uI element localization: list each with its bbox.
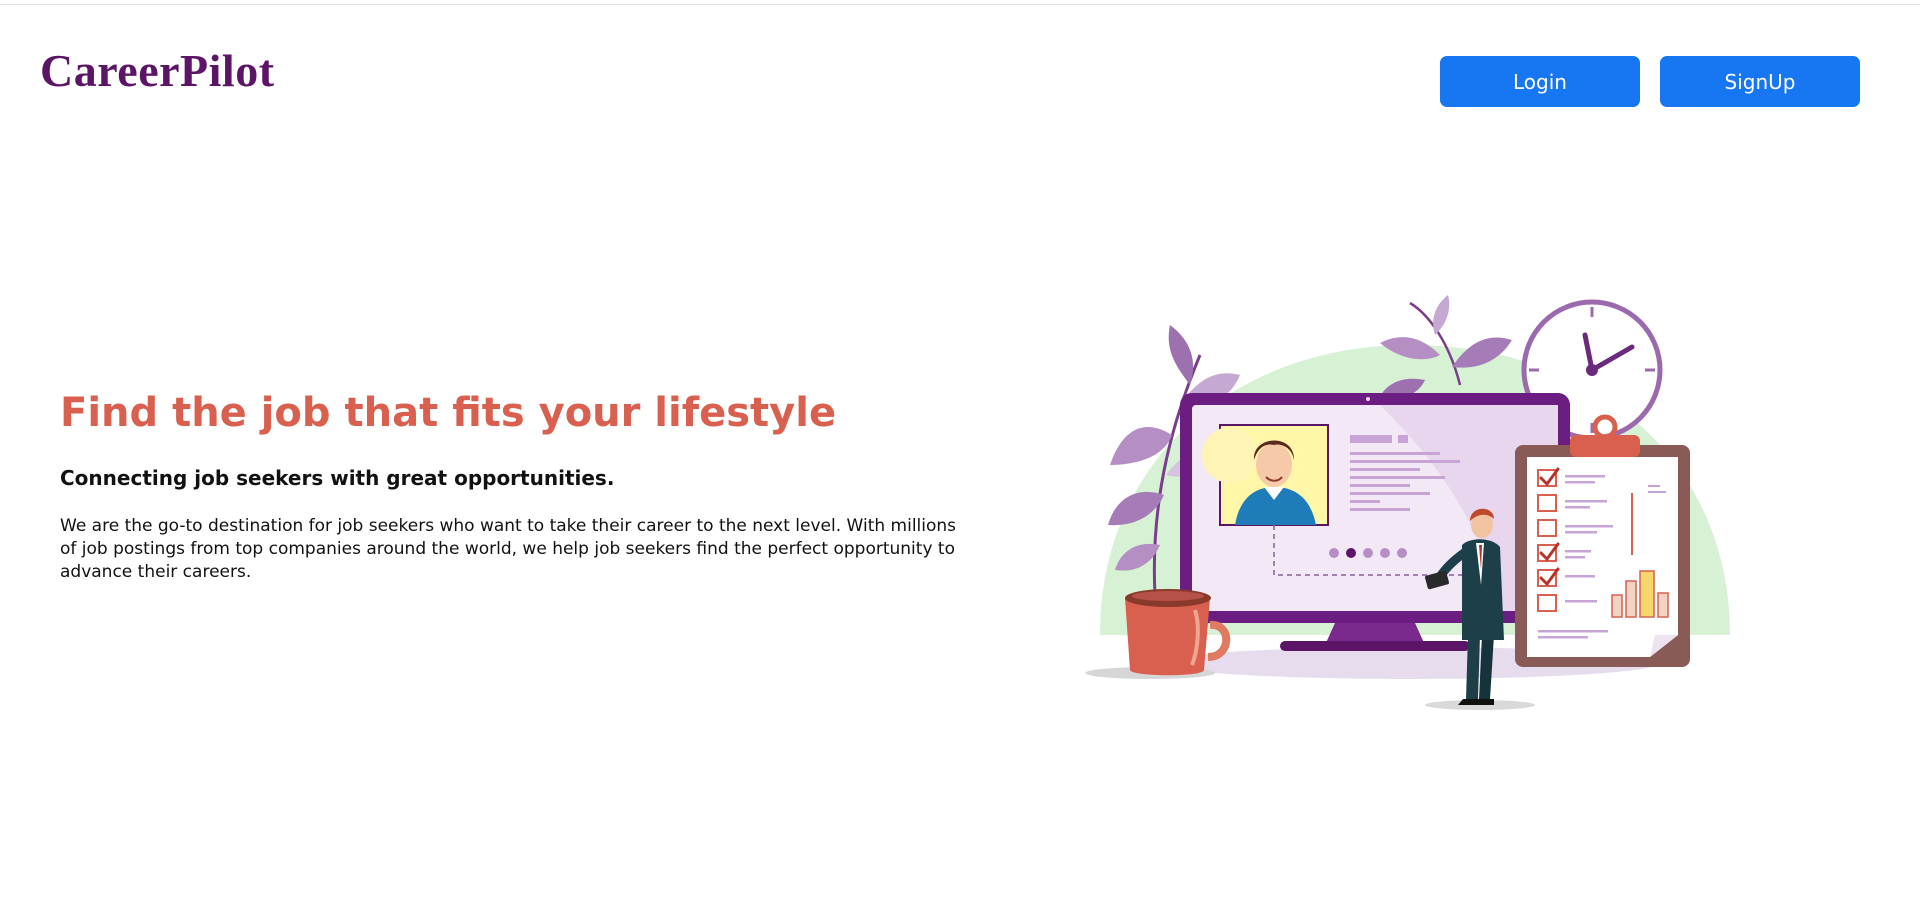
carousel-dot xyxy=(1346,548,1356,558)
hero-description: We are the go-to destination for job see… xyxy=(60,516,957,582)
carousel-dot xyxy=(1363,548,1373,558)
signup-button[interactable]: SignUp xyxy=(1660,56,1860,107)
carousel-dot xyxy=(1329,548,1339,558)
hero-title: Find the job that fits your lifestyle xyxy=(60,390,837,436)
clipboard-icon xyxy=(1515,414,1690,667)
login-button[interactable]: Login xyxy=(1440,56,1640,107)
profile-photo-icon xyxy=(1202,424,1329,526)
carousel-dot xyxy=(1380,548,1390,558)
top-border xyxy=(0,4,1920,5)
carousel-dot xyxy=(1397,548,1407,558)
job-search-illustration xyxy=(1085,295,1730,710)
brand-logo[interactable]: CareerPilot xyxy=(40,44,275,97)
hero-subtitle: Connecting job seekers with great opport… xyxy=(60,466,615,490)
